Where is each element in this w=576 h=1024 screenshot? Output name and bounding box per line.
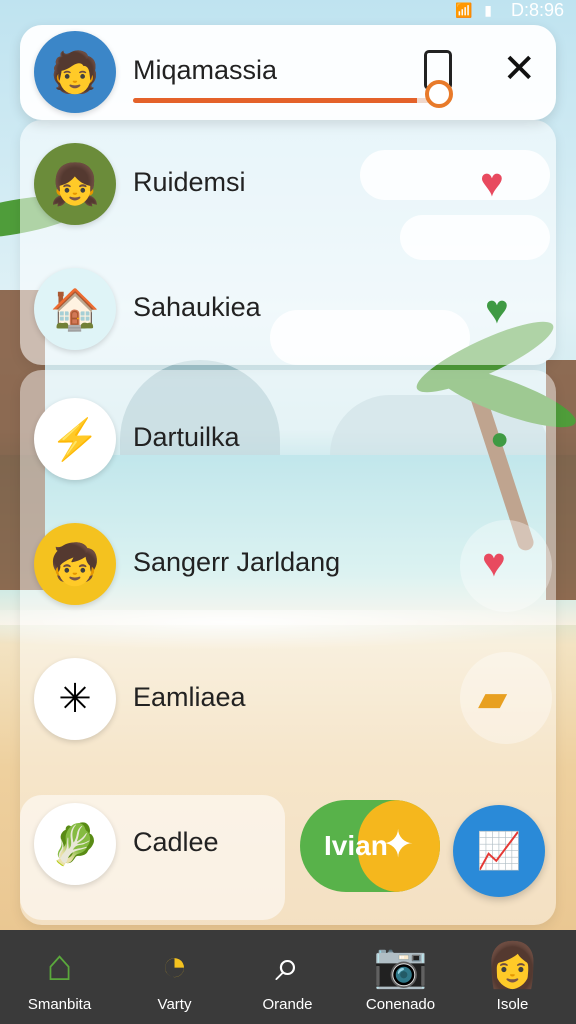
status-bar: 📶 ▮ D:8:96 bbox=[0, 0, 576, 22]
list-item-label: Sangerr Jarldang bbox=[133, 547, 341, 577]
house-icon: 🏠 bbox=[34, 268, 116, 350]
nav-item-varty[interactable]: ◔ Varty bbox=[117, 938, 232, 1013]
profile-avatar[interactable]: 🧑 bbox=[34, 31, 116, 113]
heart-icon[interactable]: ● bbox=[490, 422, 509, 454]
list-item[interactable]: 🏠 Sahaukiea ♥ bbox=[20, 250, 556, 370]
leaf-icon: 🥬 bbox=[34, 803, 116, 885]
camera-icon: 📷 bbox=[373, 941, 428, 990]
status-time: D:8:96 bbox=[510, 0, 564, 20]
header-title: Miqamassia bbox=[133, 55, 278, 85]
avatar: 👧 bbox=[34, 143, 116, 225]
status-icons: 📶 ▮ bbox=[454, 2, 496, 18]
heart-icon[interactable]: ♥ bbox=[485, 290, 509, 330]
list-item[interactable]: 🧒 Sangerr Jarldang ♥ bbox=[20, 505, 556, 625]
search-icon: ⌕ bbox=[275, 941, 300, 990]
action-pill[interactable]: Ivian ✦ bbox=[300, 800, 440, 892]
list-item-label: Ruidemsi bbox=[133, 167, 246, 197]
bolt-icon: ⚡ bbox=[34, 398, 116, 480]
list-item-label: Dartuilka bbox=[133, 422, 240, 452]
avatar: 👩 bbox=[485, 941, 540, 990]
list-item-label: Cadlee bbox=[133, 827, 219, 857]
nav-item-search[interactable]: ⌕ Orande bbox=[230, 938, 345, 1013]
header-progress bbox=[133, 98, 438, 103]
nav-label: Orande bbox=[262, 996, 313, 1013]
bottom-nav: ⌂ Smanbita ◔ Varty ⌕ Orande 📷 Conenado 👩… bbox=[0, 930, 576, 1024]
avatar: 🧒 bbox=[34, 523, 116, 605]
flag-icon[interactable]: ▰ bbox=[478, 680, 507, 718]
header-card: 🧑 Miqamassia ✕ bbox=[20, 25, 556, 120]
close-button[interactable]: ✕ bbox=[502, 49, 536, 89]
list-item[interactable]: 👧 Ruidemsi ♥ bbox=[20, 125, 556, 245]
heart-icon[interactable]: ♥ bbox=[480, 163, 504, 203]
spin-icon: ◔ bbox=[161, 941, 188, 990]
list-item[interactable]: ✳ Eamliaea ▰ bbox=[20, 640, 556, 760]
sparkle-icon: ✦ bbox=[382, 824, 414, 866]
nav-label: Smanbita bbox=[27, 996, 92, 1013]
heart-icon[interactable]: ♥ bbox=[482, 543, 506, 583]
list-item-label: Sahaukiea bbox=[133, 292, 261, 322]
nav-label: Isole bbox=[496, 996, 529, 1013]
list-item-label: Eamliaea bbox=[133, 682, 246, 712]
nav-item-profile[interactable]: 👩 Isole bbox=[455, 938, 570, 1013]
nav-label: Varty bbox=[157, 996, 192, 1013]
nav-item-home[interactable]: ⌂ Smanbita bbox=[2, 938, 117, 1013]
list-item[interactable]: ⚡ Dartuilka ● bbox=[20, 380, 556, 500]
action-pill-label: Ivian bbox=[324, 830, 388, 861]
chart-button[interactable]: 📈 bbox=[453, 805, 545, 897]
home-icon: ⌂ bbox=[46, 941, 73, 990]
bubble bbox=[460, 520, 552, 612]
progress-knob[interactable] bbox=[425, 80, 453, 108]
nav-label: Conenado bbox=[365, 996, 436, 1013]
star-icon: ✳ bbox=[34, 658, 116, 740]
nav-item-camera[interactable]: 📷 Conenado bbox=[343, 938, 458, 1013]
